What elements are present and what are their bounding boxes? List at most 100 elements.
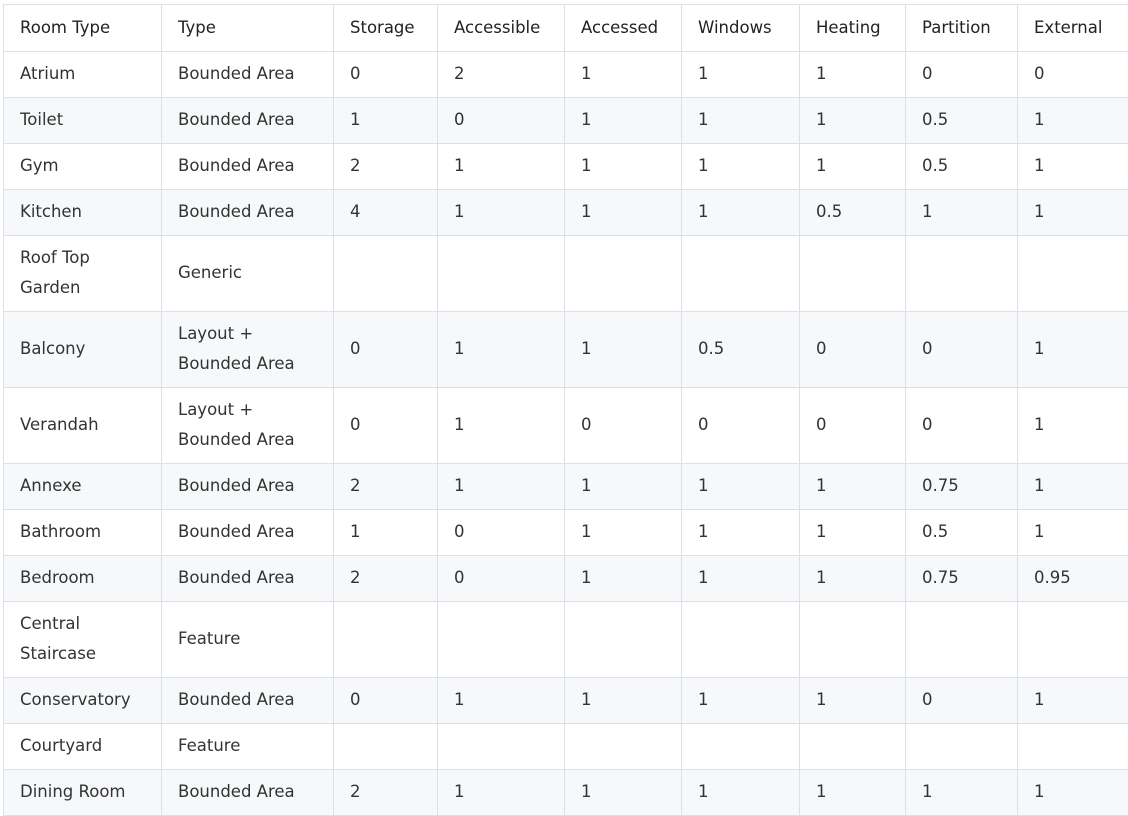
cell-partition: 0.75 bbox=[906, 556, 1018, 602]
cell-room-type: Roof Top Garden bbox=[4, 236, 162, 312]
cell-windows: 1 bbox=[682, 556, 800, 602]
cell-room-type: Annexe bbox=[4, 464, 162, 510]
cell-storage bbox=[334, 236, 438, 312]
cell-partition: 0.5 bbox=[906, 144, 1018, 190]
cell-storage: 0 bbox=[334, 312, 438, 388]
table-row: Roof Top GardenGeneric bbox=[4, 236, 1128, 312]
cell-external: 0 bbox=[1018, 52, 1128, 98]
cell-heating: 1 bbox=[800, 464, 906, 510]
cell-heating: 1 bbox=[800, 98, 906, 144]
table-row: ConservatoryBounded Area0111101 bbox=[4, 678, 1128, 724]
cell-windows: 1 bbox=[682, 98, 800, 144]
cell-accessible: 2 bbox=[438, 52, 565, 98]
cell-partition: 1 bbox=[906, 190, 1018, 236]
cell-windows: 1 bbox=[682, 510, 800, 556]
cell-accessed: 1 bbox=[565, 190, 682, 236]
cell-external: 1 bbox=[1018, 312, 1128, 388]
table-row: GymBounded Area211110.51 bbox=[4, 144, 1128, 190]
table-row: BedroomBounded Area201110.750.95 bbox=[4, 556, 1128, 602]
cell-partition: 1 bbox=[906, 770, 1018, 816]
cell-type: Feature bbox=[162, 602, 334, 678]
table-row: Dining RoomBounded Area2111111 bbox=[4, 770, 1128, 816]
table-row: AtriumBounded Area0211100 bbox=[4, 52, 1128, 98]
cell-windows bbox=[682, 602, 800, 678]
cell-accessible: 1 bbox=[438, 312, 565, 388]
cell-accessible: 0 bbox=[438, 510, 565, 556]
table-row: CourtyardFeature bbox=[4, 724, 1128, 770]
cell-room-type: Bedroom bbox=[4, 556, 162, 602]
cell-accessed: 1 bbox=[565, 678, 682, 724]
cell-accessed bbox=[565, 236, 682, 312]
cell-accessible: 1 bbox=[438, 190, 565, 236]
cell-heating: 1 bbox=[800, 52, 906, 98]
cell-windows: 0.5 bbox=[682, 312, 800, 388]
column-header-windows: Windows bbox=[682, 5, 800, 52]
cell-accessible bbox=[438, 602, 565, 678]
cell-storage bbox=[334, 724, 438, 770]
cell-external: 1 bbox=[1018, 510, 1128, 556]
cell-accessible: 0 bbox=[438, 98, 565, 144]
column-header-heating: Heating bbox=[800, 5, 906, 52]
cell-accessible: 1 bbox=[438, 464, 565, 510]
cell-partition: 0.5 bbox=[906, 98, 1018, 144]
cell-storage: 2 bbox=[334, 464, 438, 510]
cell-storage: 2 bbox=[334, 144, 438, 190]
cell-storage: 1 bbox=[334, 510, 438, 556]
cell-windows bbox=[682, 724, 800, 770]
cell-accessed: 1 bbox=[565, 464, 682, 510]
cell-type: Feature bbox=[162, 724, 334, 770]
table-row: BalconyLayout + Bounded Area0110.5001 bbox=[4, 312, 1128, 388]
cell-heating: 0.5 bbox=[800, 190, 906, 236]
cell-accessed: 1 bbox=[565, 556, 682, 602]
cell-storage: 2 bbox=[334, 556, 438, 602]
table-row: VerandahLayout + Bounded Area0100001 bbox=[4, 388, 1128, 464]
cell-external: 1 bbox=[1018, 770, 1128, 816]
cell-heating: 1 bbox=[800, 770, 906, 816]
cell-external: 0.95 bbox=[1018, 556, 1128, 602]
cell-windows: 1 bbox=[682, 144, 800, 190]
cell-external: 1 bbox=[1018, 144, 1128, 190]
cell-accessed: 1 bbox=[565, 98, 682, 144]
cell-storage: 2 bbox=[334, 770, 438, 816]
cell-storage: 0 bbox=[334, 678, 438, 724]
cell-external: 1 bbox=[1018, 388, 1128, 464]
cell-partition: 0 bbox=[906, 312, 1018, 388]
cell-windows: 0 bbox=[682, 388, 800, 464]
table-row: ToiletBounded Area101110.51 bbox=[4, 98, 1128, 144]
table-row: AnnexeBounded Area211110.751 bbox=[4, 464, 1128, 510]
cell-partition bbox=[906, 724, 1018, 770]
cell-accessed: 1 bbox=[565, 510, 682, 556]
cell-room-type: Conservatory bbox=[4, 678, 162, 724]
cell-external: 1 bbox=[1018, 190, 1128, 236]
cell-accessible: 1 bbox=[438, 388, 565, 464]
cell-accessed: 1 bbox=[565, 144, 682, 190]
cell-accessible bbox=[438, 724, 565, 770]
column-header-accessible: Accessible bbox=[438, 5, 565, 52]
cell-partition bbox=[906, 602, 1018, 678]
cell-heating bbox=[800, 602, 906, 678]
cell-storage bbox=[334, 602, 438, 678]
cell-accessible: 0 bbox=[438, 556, 565, 602]
cell-windows: 1 bbox=[682, 678, 800, 724]
cell-type: Bounded Area bbox=[162, 190, 334, 236]
table-row: KitchenBounded Area41110.511 bbox=[4, 190, 1128, 236]
cell-partition: 0.75 bbox=[906, 464, 1018, 510]
cell-accessible bbox=[438, 236, 565, 312]
cell-external: 1 bbox=[1018, 98, 1128, 144]
cell-external bbox=[1018, 724, 1128, 770]
cell-accessible: 1 bbox=[438, 144, 565, 190]
cell-windows: 1 bbox=[682, 190, 800, 236]
cell-room-type: Balcony bbox=[4, 312, 162, 388]
cell-accessible: 1 bbox=[438, 678, 565, 724]
cell-storage: 4 bbox=[334, 190, 438, 236]
cell-heating bbox=[800, 724, 906, 770]
cell-accessed bbox=[565, 724, 682, 770]
room-type-table: Room Type Type Storage Accessible Access… bbox=[3, 4, 1128, 816]
cell-type: Bounded Area bbox=[162, 144, 334, 190]
column-header-partition: Partition bbox=[906, 5, 1018, 52]
cell-partition: 0 bbox=[906, 388, 1018, 464]
cell-type: Bounded Area bbox=[162, 464, 334, 510]
column-header-storage: Storage bbox=[334, 5, 438, 52]
cell-partition bbox=[906, 236, 1018, 312]
cell-accessible: 1 bbox=[438, 770, 565, 816]
